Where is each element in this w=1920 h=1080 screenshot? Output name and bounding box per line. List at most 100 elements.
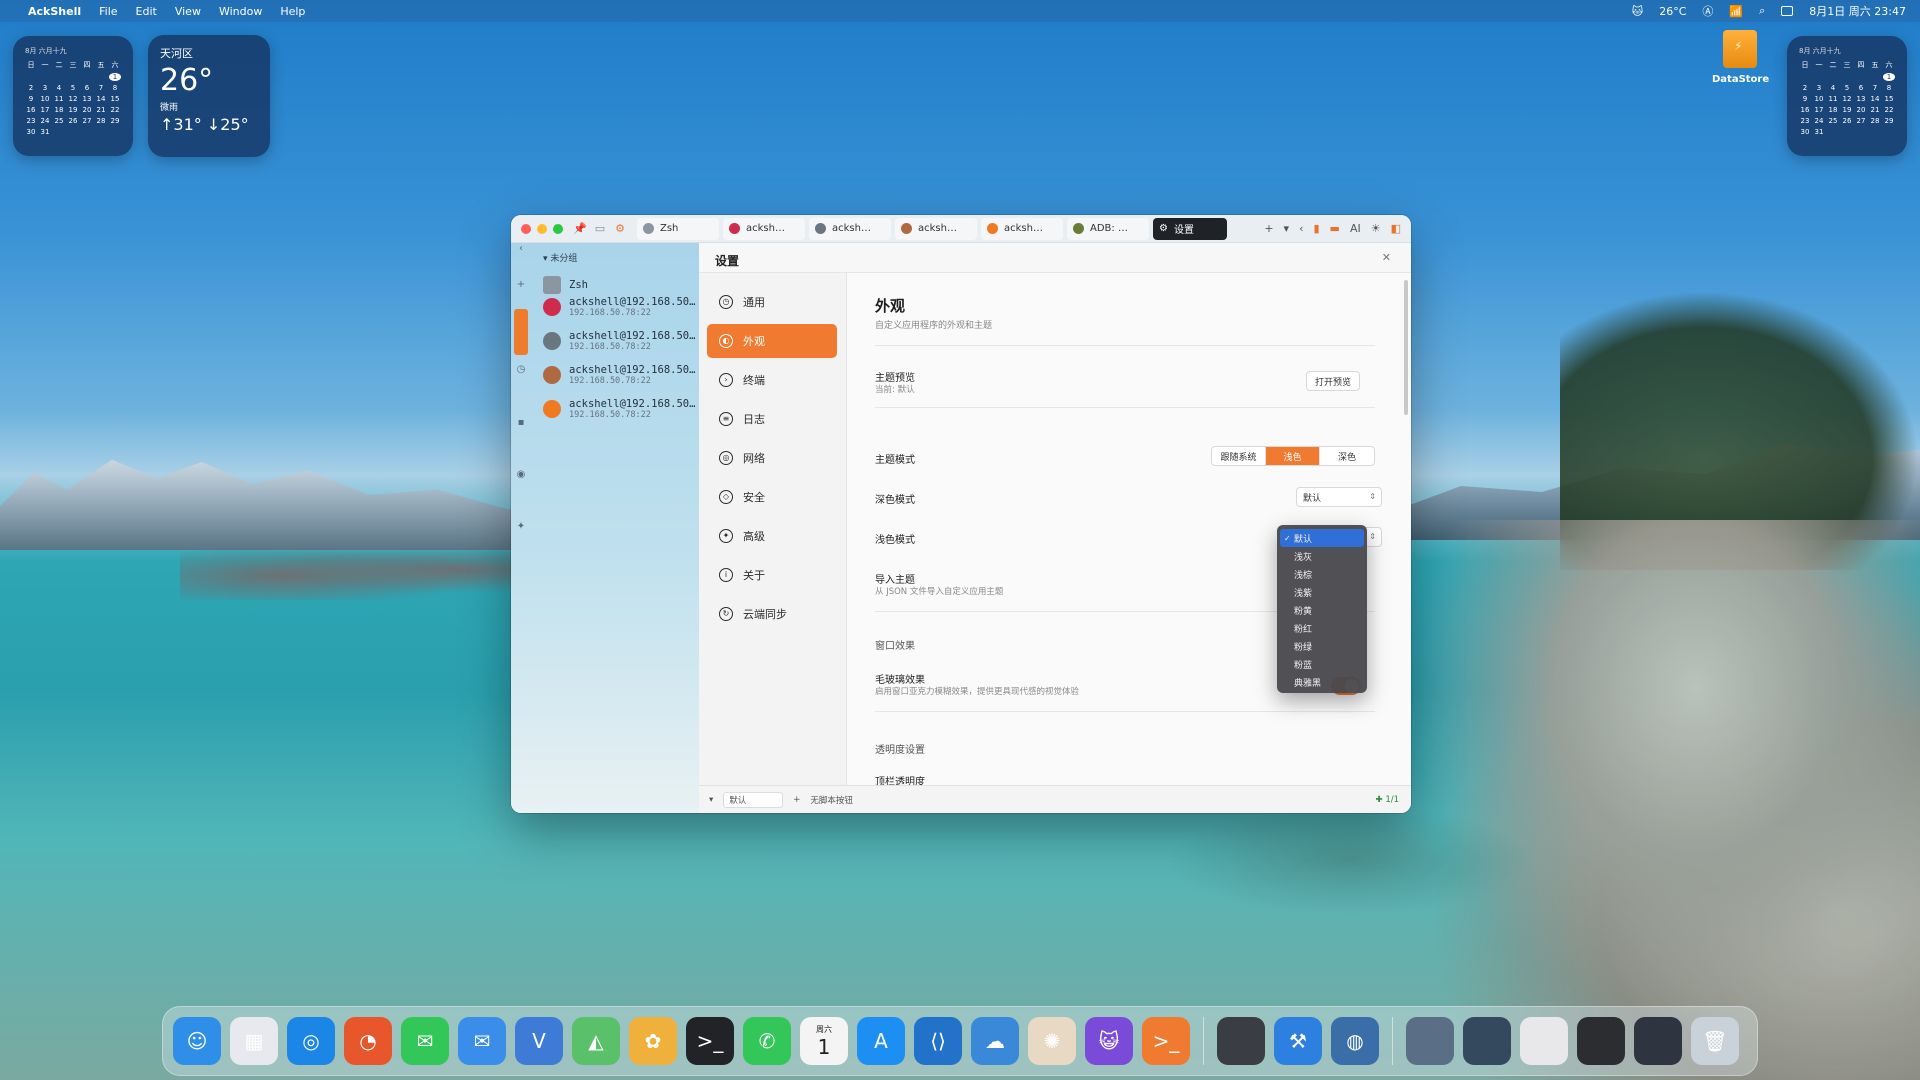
tab-4[interactable]: acksh… [981,217,1063,240]
cat-status-icon[interactable]: 🐱 [1632,5,1643,18]
add-session-icon[interactable]: + [515,279,527,291]
settings-gear-icon[interactable]: ⚙ [613,222,627,236]
firefox-icon[interactable]: ◔ [344,1017,392,1065]
chat-icon[interactable]: ▭ [593,222,607,236]
tab-menu-chevron-icon[interactable]: ▾ [1284,222,1290,235]
add-tab-icon[interactable]: + [1264,222,1273,235]
menu-view[interactable]: View [175,5,201,18]
zoom-window-button[interactable] [553,223,563,234]
ai-button[interactable]: AI [1350,222,1361,235]
wifi-icon[interactable]: 📶 [1729,5,1743,18]
history-icon[interactable]: ◷ [515,364,527,376]
theme-mode-follow-system[interactable]: 跟随系统 [1212,447,1266,465]
maps-icon[interactable]: ◭ [572,1017,620,1065]
code-editor-icon[interactable]: V [515,1017,563,1065]
nav-item-4[interactable]: ◎ 网络 [707,441,837,475]
tab-2[interactable]: acksh… [809,217,891,240]
tab-5[interactable]: ADB: … [1067,217,1149,240]
back-icon[interactable]: ‹ [1299,222,1303,235]
dropdown-option[interactable]: 浅紫 [1280,583,1364,601]
claude-icon[interactable]: ✺ [1028,1017,1076,1065]
control-center-icon[interactable] [1781,6,1794,16]
session-item[interactable]: ackshell@192.168.50… 192.168.50.78:22 [543,361,695,389]
doc-thumbnail-icon[interactable] [1520,1017,1568,1065]
photos-icon[interactable]: ✿ [629,1017,677,1065]
theme-mode-dark[interactable]: 深色 [1320,447,1374,465]
plugin-icon[interactable]: ✦ [515,521,527,533]
dropdown-option[interactable]: 粉蓝 [1280,655,1364,673]
calendar-widget[interactable]: 8月 六月十九 日一二三四五六 1 2 3 4 5 6 7 8 9 10 11 12 13 14 15 16 17… [13,36,133,156]
minimize-window-button[interactable] [537,223,547,234]
session-item[interactable]: ackshell@192.168.50… 192.168.50.78:22 [543,293,695,321]
dropdown-option[interactable]: 典雅黑 [1280,673,1364,691]
ackshell-icon[interactable]: >_ [1142,1017,1190,1065]
rail-active-indicator[interactable] [514,309,528,355]
mail-icon[interactable]: ✉ [458,1017,506,1065]
launchpad-icon[interactable]: ▦ [230,1017,278,1065]
dropdown-option[interactable]: 粉红 [1280,619,1364,637]
snippet-icon[interactable]: ◉ [515,469,527,481]
clock[interactable]: 8月1日 周六 23:47 [1809,3,1906,19]
dropdown-option[interactable]: ✓ 默认 [1280,529,1364,547]
dark-mode-select[interactable]: 默认 ⇕ [1296,487,1382,507]
open-preview-button[interactable]: 打开预览 [1306,371,1360,391]
vscode-icon[interactable]: ⟨⟩ [914,1017,962,1065]
search-icon[interactable]: ⌕ [1759,4,1765,18]
folder-icon[interactable]: ▪ [515,417,527,429]
theme-mode-light[interactable]: 浅色 [1266,447,1320,465]
collapse-chevron-icon[interactable]: ▾ [709,795,713,805]
nav-item-3[interactable]: ≡ 日志 [707,402,837,436]
menu-edit[interactable]: Edit [136,5,157,18]
dropdown-option[interactable]: 浅灰 [1280,547,1364,565]
add-script-button[interactable]: + [793,795,800,805]
menu-help[interactable]: Help [280,5,305,18]
close-settings-icon[interactable]: ✕ [1382,251,1391,264]
nav-item-0[interactable]: ◷ 通用 [707,285,837,319]
messages-icon[interactable]: ✉ [401,1017,449,1065]
session-item[interactable]: ackshell@192.168.50… 192.168.50.78:22 [543,395,695,423]
menu-app-name[interactable]: AckShell [28,5,81,18]
panel-toggle-icon[interactable]: ▬ [1330,222,1340,235]
app-store-icon[interactable]: A [857,1017,905,1065]
nav-item-7[interactable]: i 关于 [707,558,837,592]
tab-1[interactable]: acksh… [723,217,805,240]
dropdown-option[interactable]: 浅棕 [1280,565,1364,583]
editor-thumbnail-icon[interactable] [1634,1017,1682,1065]
brightness-icon[interactable]: ☀ [1371,222,1381,235]
script-group-select[interactable]: 默认 [723,791,784,808]
dropdown-option[interactable]: 粉黄 [1280,601,1364,619]
datastore-drive[interactable]: DataStore [1712,30,1769,85]
page-indicator[interactable]: ✚ 1/1 [1375,795,1411,805]
nav-item-6[interactable]: ✦ 高级 [707,519,837,553]
screenshot-thumbnail-icon[interactable] [1217,1017,1265,1065]
menu-window[interactable]: Window [219,5,262,18]
weather-icon[interactable]: ☁ [971,1017,1019,1065]
window-thumbnail-icon[interactable] [1463,1017,1511,1065]
collapse-chevron-icon[interactable]: ‹ [515,243,527,255]
split-view-icon[interactable]: ◧ [1391,222,1401,235]
content-scrollbar[interactable] [1404,280,1408,415]
trash-icon[interactable]: 🗑 [1691,1017,1739,1065]
finder-icon[interactable]: ☺ [173,1017,221,1065]
weather-status[interactable]: 26°C [1659,5,1686,18]
safari-icon[interactable]: ◎ [287,1017,335,1065]
calendar-icon[interactable]: 周六 1 [800,1017,848,1065]
input-method-icon[interactable]: Ⓐ [1702,3,1713,19]
docker-icon[interactable]: ◍ [1331,1017,1379,1065]
sidebar-toggle-icon[interactable]: ▮ [1313,222,1319,235]
phone-icon[interactable]: ✆ [743,1017,791,1065]
calendar-widget-right[interactable]: 8月 六月十九 日一二三四五六 1 2 3 4 5 6 7 8 9 10 11 12 13 14 15 16 17… [1787,36,1907,156]
pin-icon[interactable]: 📌 [573,222,587,236]
tab-settings[interactable]: ⚙ 设置 [1153,217,1227,240]
close-window-button[interactable] [521,223,531,234]
nav-item-1[interactable]: ◐ 外观 [707,324,837,358]
cat-icon[interactable]: 😺 [1085,1017,1133,1065]
preview-thumbnail-icon[interactable] [1406,1017,1454,1065]
tab-3[interactable]: acksh… [895,217,977,240]
tab-0[interactable]: Zsh [637,217,719,240]
session-item[interactable]: ackshell@192.168.50… 192.168.50.78:22 [543,327,695,355]
nav-item-8[interactable]: ↻ 云端同步 [707,597,837,631]
nav-item-5[interactable]: ◇ 安全 [707,480,837,514]
nav-item-2[interactable]: › 终端 [707,363,837,397]
terminal-thumbnail-icon[interactable] [1577,1017,1625,1065]
